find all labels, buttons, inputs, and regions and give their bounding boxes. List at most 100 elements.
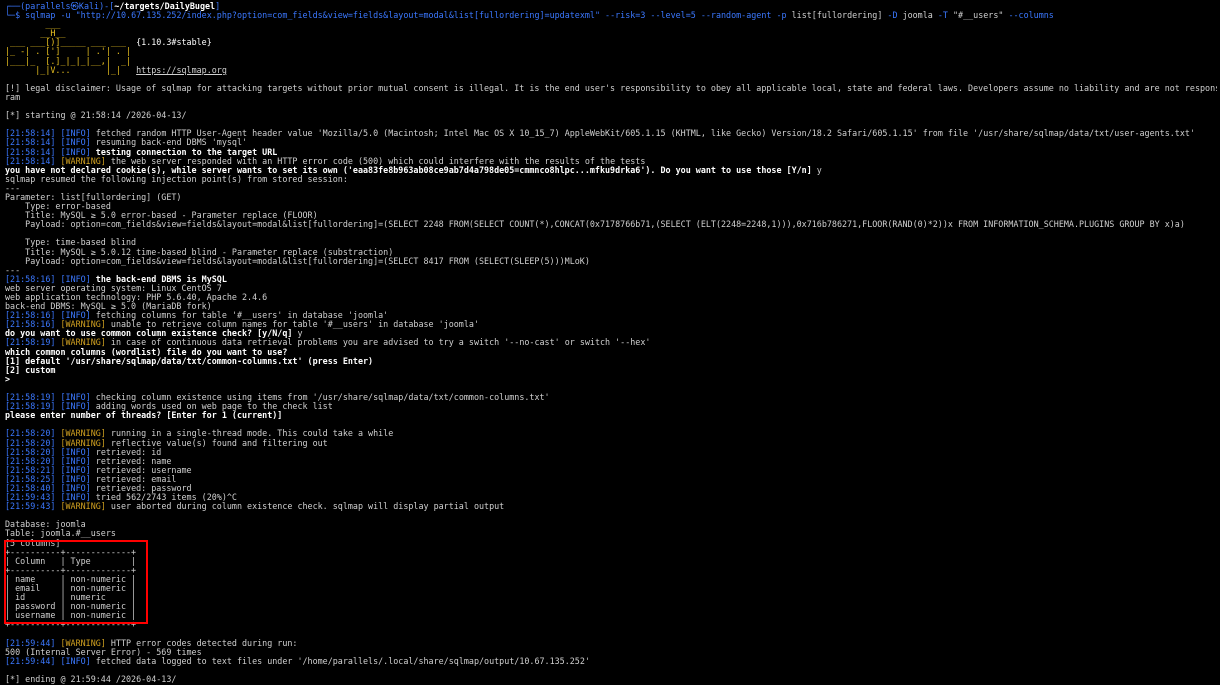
log-line: [21:59:44] [WARNING] HTTP error codes de… bbox=[5, 639, 1217, 648]
log-block: [21:58:16] [INFO] fetching columns for t… bbox=[5, 311, 1217, 329]
command-name: sqlmap bbox=[25, 11, 56, 21]
log-timestamp: [21:58:16] bbox=[5, 274, 56, 284]
log-message: retrieved: password bbox=[90, 483, 192, 493]
banner-line: |___|_ [.]_|_|_|__,| _| bbox=[5, 56, 132, 66]
table-border: +----------+-------------+ bbox=[5, 620, 137, 630]
command-db: joomla bbox=[902, 11, 933, 21]
log-block: [21:58:19] [WARNING] in case of continuo… bbox=[5, 338, 1217, 347]
log-timestamp: [21:59:43] bbox=[5, 502, 56, 512]
table-row: | username | non-numeric | bbox=[5, 611, 137, 621]
log-timestamp: [21:59:44] bbox=[5, 656, 56, 666]
log-level: [INFO] bbox=[60, 138, 91, 148]
log-timestamp: [21:59:43] bbox=[5, 493, 56, 503]
table-row: | email | non-numeric | bbox=[5, 584, 137, 593]
log-level: [WARNING] bbox=[60, 320, 106, 330]
banner-line: ___ bbox=[5, 20, 61, 30]
command-line: └─$ sqlmap -u "http://10.67.135.252/inde… bbox=[5, 11, 1217, 20]
log-line: [21:59:43] [INFO] tried 562/2743 items (… bbox=[5, 493, 1217, 502]
table-border: +----------+-------------+ bbox=[5, 565, 137, 575]
log-block: [21:59:44] [INFO] fetched data logged to… bbox=[5, 657, 1217, 666]
cookie-answer: y bbox=[816, 165, 822, 175]
log-line: [21:58:20] [WARNING] running in a single… bbox=[5, 429, 1217, 438]
columns-table: +----------+-------------+ | Column | Typ… bbox=[5, 548, 1217, 630]
log-message: retrieved: username bbox=[90, 465, 192, 475]
log-timestamp: [21:58:19] bbox=[5, 402, 56, 412]
log-level: [WARNING] bbox=[60, 156, 106, 166]
injection-type: Type: error-based bbox=[5, 202, 111, 212]
wordlist-question: which common columns (wordlist) file do … bbox=[5, 347, 288, 357]
injection-payload: Payload: option=com_fields&view=fields&l… bbox=[5, 256, 590, 266]
banner-link[interactable]: https://sqlmap.org bbox=[136, 66, 227, 75]
log-timestamp: [21:58:21] bbox=[5, 465, 56, 475]
banner-line: |_|V... |_| https://sqlmap.org bbox=[5, 66, 1217, 75]
command-args: --columns bbox=[1003, 11, 1054, 21]
log-timestamp: [21:58:14] bbox=[5, 129, 56, 139]
separator: --- bbox=[5, 265, 21, 275]
log-level: [INFO] bbox=[60, 311, 91, 321]
log-level: [INFO] bbox=[60, 483, 91, 493]
banner-logo: ___ ___[)]_____ ___ ___ bbox=[5, 38, 137, 48]
log-message: resuming back-end DBMS 'mysql' bbox=[90, 138, 248, 148]
columns-count: [5 columns] bbox=[5, 538, 61, 548]
log-timestamp: [21:58:40] bbox=[5, 483, 56, 493]
table-header: | Column | Type | bbox=[5, 556, 137, 566]
starting-line: [*] starting @ 21:58:14 /2026-04-13/ bbox=[5, 111, 187, 121]
database-line: Database: joomla bbox=[5, 520, 86, 530]
log-line: [21:58:19] [WARNING] in case of continuo… bbox=[5, 338, 1217, 347]
log-level: [WARNING] bbox=[60, 338, 106, 348]
log-line: [21:58:14] [WARNING] the web server resp… bbox=[5, 157, 1217, 166]
log-line: [21:58:14] [INFO] fetched random HTTP Us… bbox=[5, 129, 1217, 138]
log-message: fetched random HTTP User-Agent header va… bbox=[90, 129, 1195, 139]
log-line: [21:58:14] [INFO] resuming back-end DBMS… bbox=[5, 138, 1217, 147]
injection-payload: Payload: option=com_fields&view=fields&l… bbox=[5, 220, 1185, 230]
table-line: Table: joomla.#__users bbox=[5, 529, 116, 539]
log-timestamp: [21:58:14] bbox=[5, 147, 56, 157]
injection-type: Type: time-based blind bbox=[5, 238, 137, 248]
terminal-output[interactable]: ┌──(parallels㉿Kali)-[~/targets/DailyBuge… bbox=[5, 2, 1217, 684]
log-block: [21:58:20] [WARNING] running in a single… bbox=[5, 429, 1217, 511]
log-level: [WARNING] bbox=[60, 502, 106, 512]
log-message: the back-end DBMS is MySQL bbox=[90, 274, 227, 284]
table-row: | password | non-numeric | bbox=[5, 602, 137, 612]
cookie-prompt: you have not declared cookie(s), while s… bbox=[5, 166, 1217, 175]
log-timestamp: [21:58:16] bbox=[5, 320, 56, 330]
log-level: [INFO] bbox=[60, 456, 91, 466]
table-border: +----------+-------------+ bbox=[5, 547, 137, 557]
log-level: [INFO] bbox=[60, 474, 91, 484]
log-timestamp: [21:58:19] bbox=[5, 338, 56, 348]
log-line: [21:58:14] [INFO] testing connection to … bbox=[5, 148, 1217, 157]
log-level: [INFO] bbox=[60, 656, 91, 666]
prompt-line: ┌──(parallels㉿Kali)-[~/targets/DailyBuge… bbox=[5, 2, 1217, 11]
log-message: adding words used on web page to the che… bbox=[90, 402, 333, 412]
threads-question: please enter number of threads? [Enter f… bbox=[5, 411, 283, 421]
log-message: checking column existence using items fr… bbox=[90, 393, 550, 403]
log-level: [INFO] bbox=[60, 465, 91, 475]
log-line: [21:58:20] [INFO] retrieved: id bbox=[5, 448, 1217, 457]
cookie-question: you have not declared cookie(s), while s… bbox=[5, 165, 817, 175]
log-line: [21:58:19] [INFO] checking column existe… bbox=[5, 393, 1217, 402]
command-param: list[fullordering] bbox=[791, 11, 883, 21]
log-timestamp: [21:58:19] bbox=[5, 393, 56, 403]
banner-line: __H__ bbox=[5, 29, 66, 39]
command-args: -D bbox=[882, 11, 903, 21]
log-level: [INFO] bbox=[60, 274, 91, 284]
log-line: [21:58:20] [INFO] retrieved: name bbox=[5, 457, 1217, 466]
log-level: [WARNING] bbox=[60, 638, 106, 648]
log-line: [21:58:16] [INFO] the back-end DBMS is M… bbox=[5, 275, 1217, 284]
log-line: [21:59:43] [WARNING] user aborted during… bbox=[5, 502, 1217, 511]
log-line: [21:58:19] [INFO] adding words used on w… bbox=[5, 402, 1217, 411]
log-message: reflective value(s) found and filtering … bbox=[105, 438, 328, 448]
separator: --- bbox=[5, 183, 21, 193]
prompt-cwd: ~/targets/DailyBugel bbox=[114, 2, 216, 11]
log-level: [INFO] bbox=[60, 147, 91, 157]
prompt-user: parallels㉿Kali bbox=[25, 2, 100, 11]
info-line: web application technology: PHP 5.6.40, … bbox=[5, 293, 268, 302]
log-message: the web server responded with an HTTP er… bbox=[105, 156, 646, 166]
resumed-line: sqlmap resumed the following injection p… bbox=[5, 174, 348, 184]
table-row: | id | numeric | bbox=[5, 593, 137, 603]
log-block: [21:59:44] [WARNING] HTTP error codes de… bbox=[5, 639, 1217, 648]
common-answer: y bbox=[297, 329, 303, 339]
ending-line: [*] ending @ 21:59:44 /2026-04-13/ bbox=[5, 674, 177, 684]
prompt-arrow: └─$ bbox=[5, 11, 26, 21]
log-block: [21:58:19] [INFO] checking column existe… bbox=[5, 393, 1217, 411]
